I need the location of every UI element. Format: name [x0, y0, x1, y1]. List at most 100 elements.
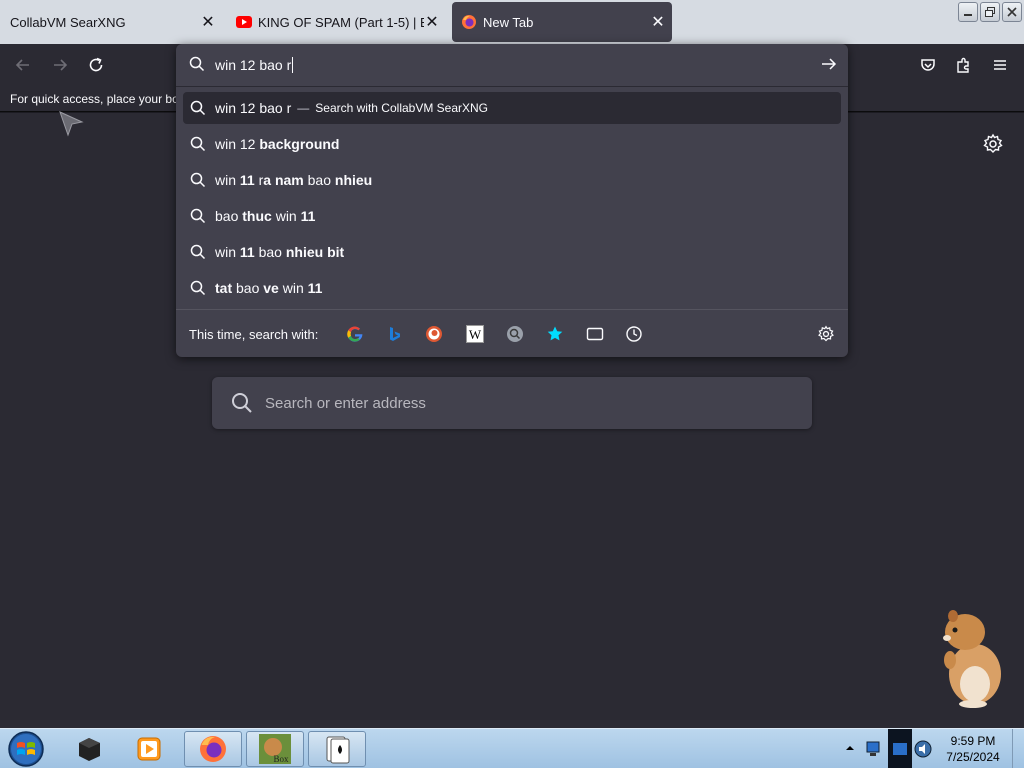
search-icon: [190, 208, 206, 224]
suggestion-bold-part: thuc: [242, 208, 272, 224]
tab-king-of-spam[interactable]: KING OF SPAM (Part 1-5) | Bloxf ✕: [230, 2, 446, 42]
duckduckgo-engine-button[interactable]: [424, 324, 444, 344]
google-engine-button[interactable]: [345, 324, 365, 344]
taskbar-app-cube[interactable]: [60, 731, 118, 767]
clock-time: 9:59 PM: [950, 734, 996, 748]
suggestion-bold-part: nhieu: [334, 172, 373, 188]
desktop-screen: CollabVM SearXNG ✕ KING OF SPAM (Part 1-…: [0, 0, 1024, 768]
suggestion-text: tat bao ve win 11: [215, 280, 322, 296]
tab-close-icon[interactable]: ✕: [422, 12, 442, 32]
suggestion-plain-part: win 12: [215, 136, 260, 152]
search-suggestion[interactable]: win 11 bao nhieu bit: [183, 236, 841, 268]
searxng-icon: [507, 326, 523, 342]
suggestion-bold-part: 11: [307, 280, 323, 296]
bookmarks-search-button[interactable]: [545, 324, 565, 344]
window-controls: [958, 2, 1022, 22]
search-suggestion[interactable]: tat bao ve win 11: [183, 272, 841, 304]
reload-button[interactable]: [85, 54, 107, 76]
tabs-search-button[interactable]: [585, 324, 605, 344]
one-off-search-bar: This time, search with: W: [176, 310, 848, 357]
suggestion-bold-part: 11: [300, 208, 316, 224]
pocket-button[interactable]: [917, 54, 939, 76]
suggestion-plain-part: win: [271, 208, 301, 224]
tab-title: CollabVM SearXNG: [10, 14, 126, 30]
one-off-label: This time, search with:: [189, 327, 319, 342]
suggestion-plain-part: bao: [254, 244, 286, 260]
tab-new-tab[interactable]: New Tab ✕: [452, 2, 672, 42]
tab-close-icon[interactable]: ✕: [648, 12, 668, 32]
volume-tray-icon[interactable]: [913, 739, 933, 759]
tab-title: New Tab: [483, 14, 534, 30]
search-suggestion[interactable]: win 11 ra nam bao nhieu: [183, 164, 841, 196]
search-suggestion[interactable]: bao thuc win 11: [183, 200, 841, 232]
pocket-icon: [921, 59, 935, 71]
heuristic-result[interactable]: win 12 bao r — Search with CollabVM Sear…: [183, 92, 841, 124]
google-icon: [347, 326, 363, 342]
content-search-box[interactable]: Search or enter address: [212, 377, 812, 429]
bookmarks-hint: For quick access, place your bookmarks h…: [10, 92, 178, 106]
tab-collabvm-searxng[interactable]: CollabVM SearXNG ✕: [0, 2, 222, 42]
restore-icon: [985, 7, 995, 17]
show-hidden-icons-chevron-icon[interactable]: [845, 743, 855, 753]
back-button[interactable]: [12, 54, 34, 76]
address-bar-text: win 12 bao r: [215, 57, 294, 73]
action-center-tray-icon[interactable]: [888, 729, 912, 768]
bing-icon: [390, 327, 400, 341]
history-search-button[interactable]: [624, 324, 644, 344]
taskbar-clock[interactable]: 9:59 PM 7/25/2024: [937, 733, 1009, 765]
suggestion-plain-part: r: [254, 172, 264, 188]
tab-close-icon[interactable]: ✕: [198, 12, 218, 32]
extensions-button[interactable]: [953, 54, 975, 76]
urlbar-popup: win 12 bao r win 12 bao r — Search with …: [176, 44, 848, 357]
mouse-cursor-icon: [59, 111, 84, 137]
forward-arrow-icon: [54, 59, 68, 71]
suggestion-plain-part: win: [215, 244, 240, 260]
wikipedia-icon: W: [466, 325, 484, 343]
suggestion-plain-part: win: [278, 280, 308, 296]
minimize-icon: [964, 14, 972, 16]
suggestion-plain-part: win: [215, 172, 240, 188]
minimize-button[interactable]: [958, 2, 978, 22]
search-settings-button[interactable]: [816, 324, 836, 344]
heuristic-query: win 12 bao r: [215, 100, 292, 116]
tabs-icon: [586, 327, 604, 341]
customize-button[interactable]: [982, 133, 1004, 155]
suggestion-bold-part: nhieu bit: [285, 244, 345, 260]
start-button[interactable]: [6, 730, 46, 768]
search-icon: [190, 136, 206, 152]
search-suggestion[interactable]: win 12 background: [183, 128, 841, 160]
history-icon: [626, 326, 642, 342]
gear-icon: [818, 325, 834, 342]
taskbar-app-firefox[interactable]: [184, 731, 242, 767]
search-icon: [232, 393, 252, 413]
go-arrow-icon[interactable]: [820, 55, 838, 73]
close-icon: [1007, 7, 1017, 17]
suggestion-text: win 11 ra nam bao nhieu: [215, 172, 372, 188]
game-box-icon: Box: [259, 734, 291, 764]
hamster-pet-image: [943, 610, 1001, 708]
wikipedia-engine-button[interactable]: W: [465, 324, 485, 344]
search-icon: [189, 56, 205, 72]
taskbar-app-media-player[interactable]: [120, 731, 178, 767]
suggestion-text: bao thuc win 11: [215, 208, 315, 224]
forward-button[interactable]: [49, 54, 71, 76]
show-desktop-button[interactable]: [1012, 729, 1024, 768]
taskbar-app-game-box[interactable]: Box: [246, 731, 304, 767]
menu-button[interactable]: [989, 54, 1011, 76]
back-arrow-icon: [15, 59, 29, 71]
taskbar-app-solitaire[interactable]: [308, 731, 366, 767]
searxng-engine-button[interactable]: [505, 324, 525, 344]
restore-button[interactable]: [980, 2, 1000, 22]
gear-icon: [983, 133, 1003, 153]
bookmarks-star-icon: [547, 326, 563, 341]
search-icon: [190, 280, 206, 296]
network-tray-icon[interactable]: [864, 739, 884, 759]
search-icon: [190, 172, 206, 188]
suggestion-bold-part: a nam: [263, 172, 304, 188]
suggestion-text: win 11 bao nhieu bit: [215, 244, 344, 260]
bing-engine-button[interactable]: [385, 324, 405, 344]
address-bar-input[interactable]: win 12 bao r: [176, 44, 848, 86]
suggestion-bold-part: 11: [239, 244, 255, 260]
suggestion-bold-part: 11: [239, 172, 255, 188]
close-window-button[interactable]: [1002, 2, 1022, 22]
